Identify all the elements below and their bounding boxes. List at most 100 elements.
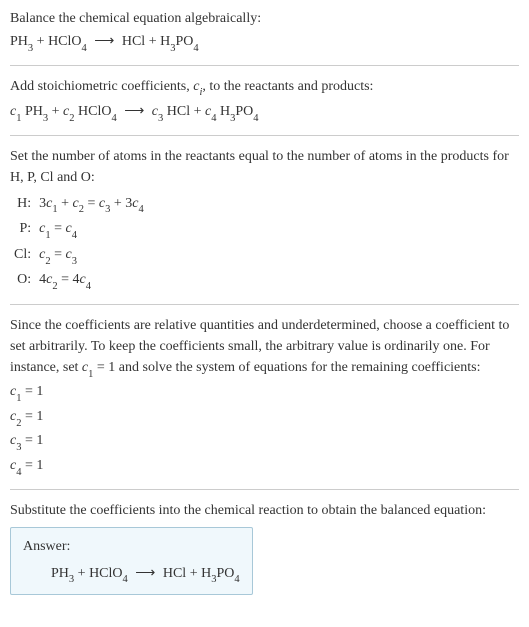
atom-eq: c1 = c4 xyxy=(35,217,148,243)
answer-box: Answer: PH3 + HClO4 ⟶ HCl + H3PO4 xyxy=(10,527,253,596)
eq-b-sub: 1 xyxy=(45,230,50,241)
r1-sub: 3 xyxy=(43,113,48,124)
p2a-sub: 3 xyxy=(230,113,235,124)
ans-plus: + xyxy=(186,566,201,581)
r2: HClO4 xyxy=(78,104,117,119)
atom-eq: 3c1 + c2 = c3 + 3c4 xyxy=(35,192,148,218)
atom-label: H: xyxy=(10,192,35,218)
choose-text: Since the coefficients are relative quan… xyxy=(10,315,519,381)
product-2-sub2: 4 xyxy=(193,43,198,54)
stoich-text-before: Add stoichiometric coefficients, xyxy=(10,79,193,94)
stoich-section: Add stoichiometric coefficients, ci, to … xyxy=(10,76,519,125)
divider xyxy=(10,65,519,66)
eq-f-sub: 4 xyxy=(86,281,91,292)
eq-f-sub: 3 xyxy=(105,204,110,215)
choose-c1-sub: 1 xyxy=(88,369,93,380)
p2b-sub: 4 xyxy=(253,113,258,124)
product-2b: PO xyxy=(175,34,193,49)
reactant-2-sub: 4 xyxy=(82,43,87,54)
product-2a: H xyxy=(160,34,170,49)
c2-sub: 2 xyxy=(69,113,74,124)
intro-section: Balance the chemical equation algebraica… xyxy=(10,8,519,55)
ans-r2: HClO xyxy=(89,566,122,581)
stoich-equation: c1 PH3 + c2 HClO4 ⟶ c3 HCl + c4 H3PO4 xyxy=(10,101,519,125)
atom-label: O: xyxy=(10,268,35,294)
atoms-intro: Set the number of atoms in the reactants… xyxy=(10,146,519,188)
eq-c: + xyxy=(58,196,73,211)
atom-row-o: O: 4c2 = 4c4 xyxy=(10,268,148,294)
ci-sub: i xyxy=(199,87,202,98)
eq-b-sub: 2 xyxy=(45,256,50,267)
divider xyxy=(10,304,519,305)
atom-row-h: H: 3c1 + c2 = c3 + 3c4 xyxy=(10,192,148,218)
eq-h-sub: 4 xyxy=(138,204,143,215)
ans-p2a-sub: 3 xyxy=(211,574,216,585)
ans-p1: HCl xyxy=(163,566,186,581)
c4-sub: 4 xyxy=(211,113,216,124)
c-val: = 1 xyxy=(21,433,43,448)
eq-e: = xyxy=(51,221,66,236)
eq-d: c xyxy=(73,196,79,211)
arrow-icon: ⟶ xyxy=(135,566,155,581)
eq-b-sub: 1 xyxy=(52,204,57,215)
r1: PH3 xyxy=(25,104,48,119)
choose-section: Since the coefficients are relative quan… xyxy=(10,315,519,479)
result-2: c2 = 1 xyxy=(10,406,519,430)
p2b-text: PO xyxy=(235,104,253,119)
atom-label: P: xyxy=(10,217,35,243)
atoms-table: H: 3c1 + c2 = c3 + 3c4 P: c1 = c4 Cl: c2… xyxy=(10,192,148,294)
c-sub: 2 xyxy=(16,418,21,429)
eq-f: c xyxy=(80,272,86,287)
reactant-1: PH xyxy=(10,34,28,49)
c-val: = 1 xyxy=(21,409,43,424)
r2-text: HClO xyxy=(78,104,111,119)
atom-label: Cl: xyxy=(10,243,35,269)
stoich-text: Add stoichiometric coefficients, ci, to … xyxy=(10,76,519,100)
result-4: c4 = 1 xyxy=(10,455,519,479)
divider xyxy=(10,135,519,136)
atom-row-cl: Cl: c2 = c3 xyxy=(10,243,148,269)
c-sub: 1 xyxy=(16,393,21,404)
c-sub: 4 xyxy=(16,467,21,478)
intro-text: Balance the chemical equation algebraica… xyxy=(10,8,519,29)
arrow-icon: ⟶ xyxy=(124,104,144,119)
stoich-text-after: , to the reactants and products: xyxy=(202,79,373,94)
eq-b-sub: 2 xyxy=(52,281,57,292)
eq-f: c xyxy=(66,221,72,236)
p2a-text: H xyxy=(220,104,230,119)
eq-f: c xyxy=(66,247,72,262)
choose-after: = 1 and solve the system of equations fo… xyxy=(93,360,480,375)
eq-f-sub: 4 xyxy=(72,230,77,241)
product-2-sub1: 3 xyxy=(170,43,175,54)
eq-g: + 3 xyxy=(110,196,132,211)
atom-eq: 4c2 = 4c4 xyxy=(35,268,148,294)
eq-e: = 4 xyxy=(58,272,80,287)
atom-eq: c2 = c3 xyxy=(35,243,148,269)
ans-p2a: H xyxy=(201,566,211,581)
answer-label: Answer: xyxy=(23,536,240,557)
divider xyxy=(10,489,519,490)
substitute-text: Substitute the coefficients into the che… xyxy=(10,500,519,521)
eq-e: = xyxy=(84,196,99,211)
plus: + xyxy=(52,104,63,119)
eq-d-sub: 2 xyxy=(79,204,84,215)
substitute-section: Substitute the coefficients into the che… xyxy=(10,500,519,596)
ans-p2b: PO xyxy=(216,566,234,581)
plus: + xyxy=(194,104,205,119)
c-val: = 1 xyxy=(21,384,43,399)
reactant-2: HClO xyxy=(48,34,81,49)
plus: + xyxy=(37,34,48,49)
p1-text: HCl xyxy=(167,104,190,119)
arrow-icon: ⟶ xyxy=(94,34,114,49)
ans-r1: PH xyxy=(51,566,69,581)
atoms-section: Set the number of atoms in the reactants… xyxy=(10,146,519,294)
atom-row-p: P: c1 = c4 xyxy=(10,217,148,243)
ans-r2-sub: 4 xyxy=(123,574,128,585)
r1-text: PH xyxy=(25,104,43,119)
ans-r1-sub: 3 xyxy=(69,574,74,585)
result-1: c1 = 1 xyxy=(10,381,519,405)
c-sub: 3 xyxy=(16,442,21,453)
ans-plus: + xyxy=(74,566,89,581)
c1-sub: 1 xyxy=(16,113,21,124)
answer-equation: PH3 + HClO4 ⟶ HCl + H3PO4 xyxy=(23,563,240,587)
